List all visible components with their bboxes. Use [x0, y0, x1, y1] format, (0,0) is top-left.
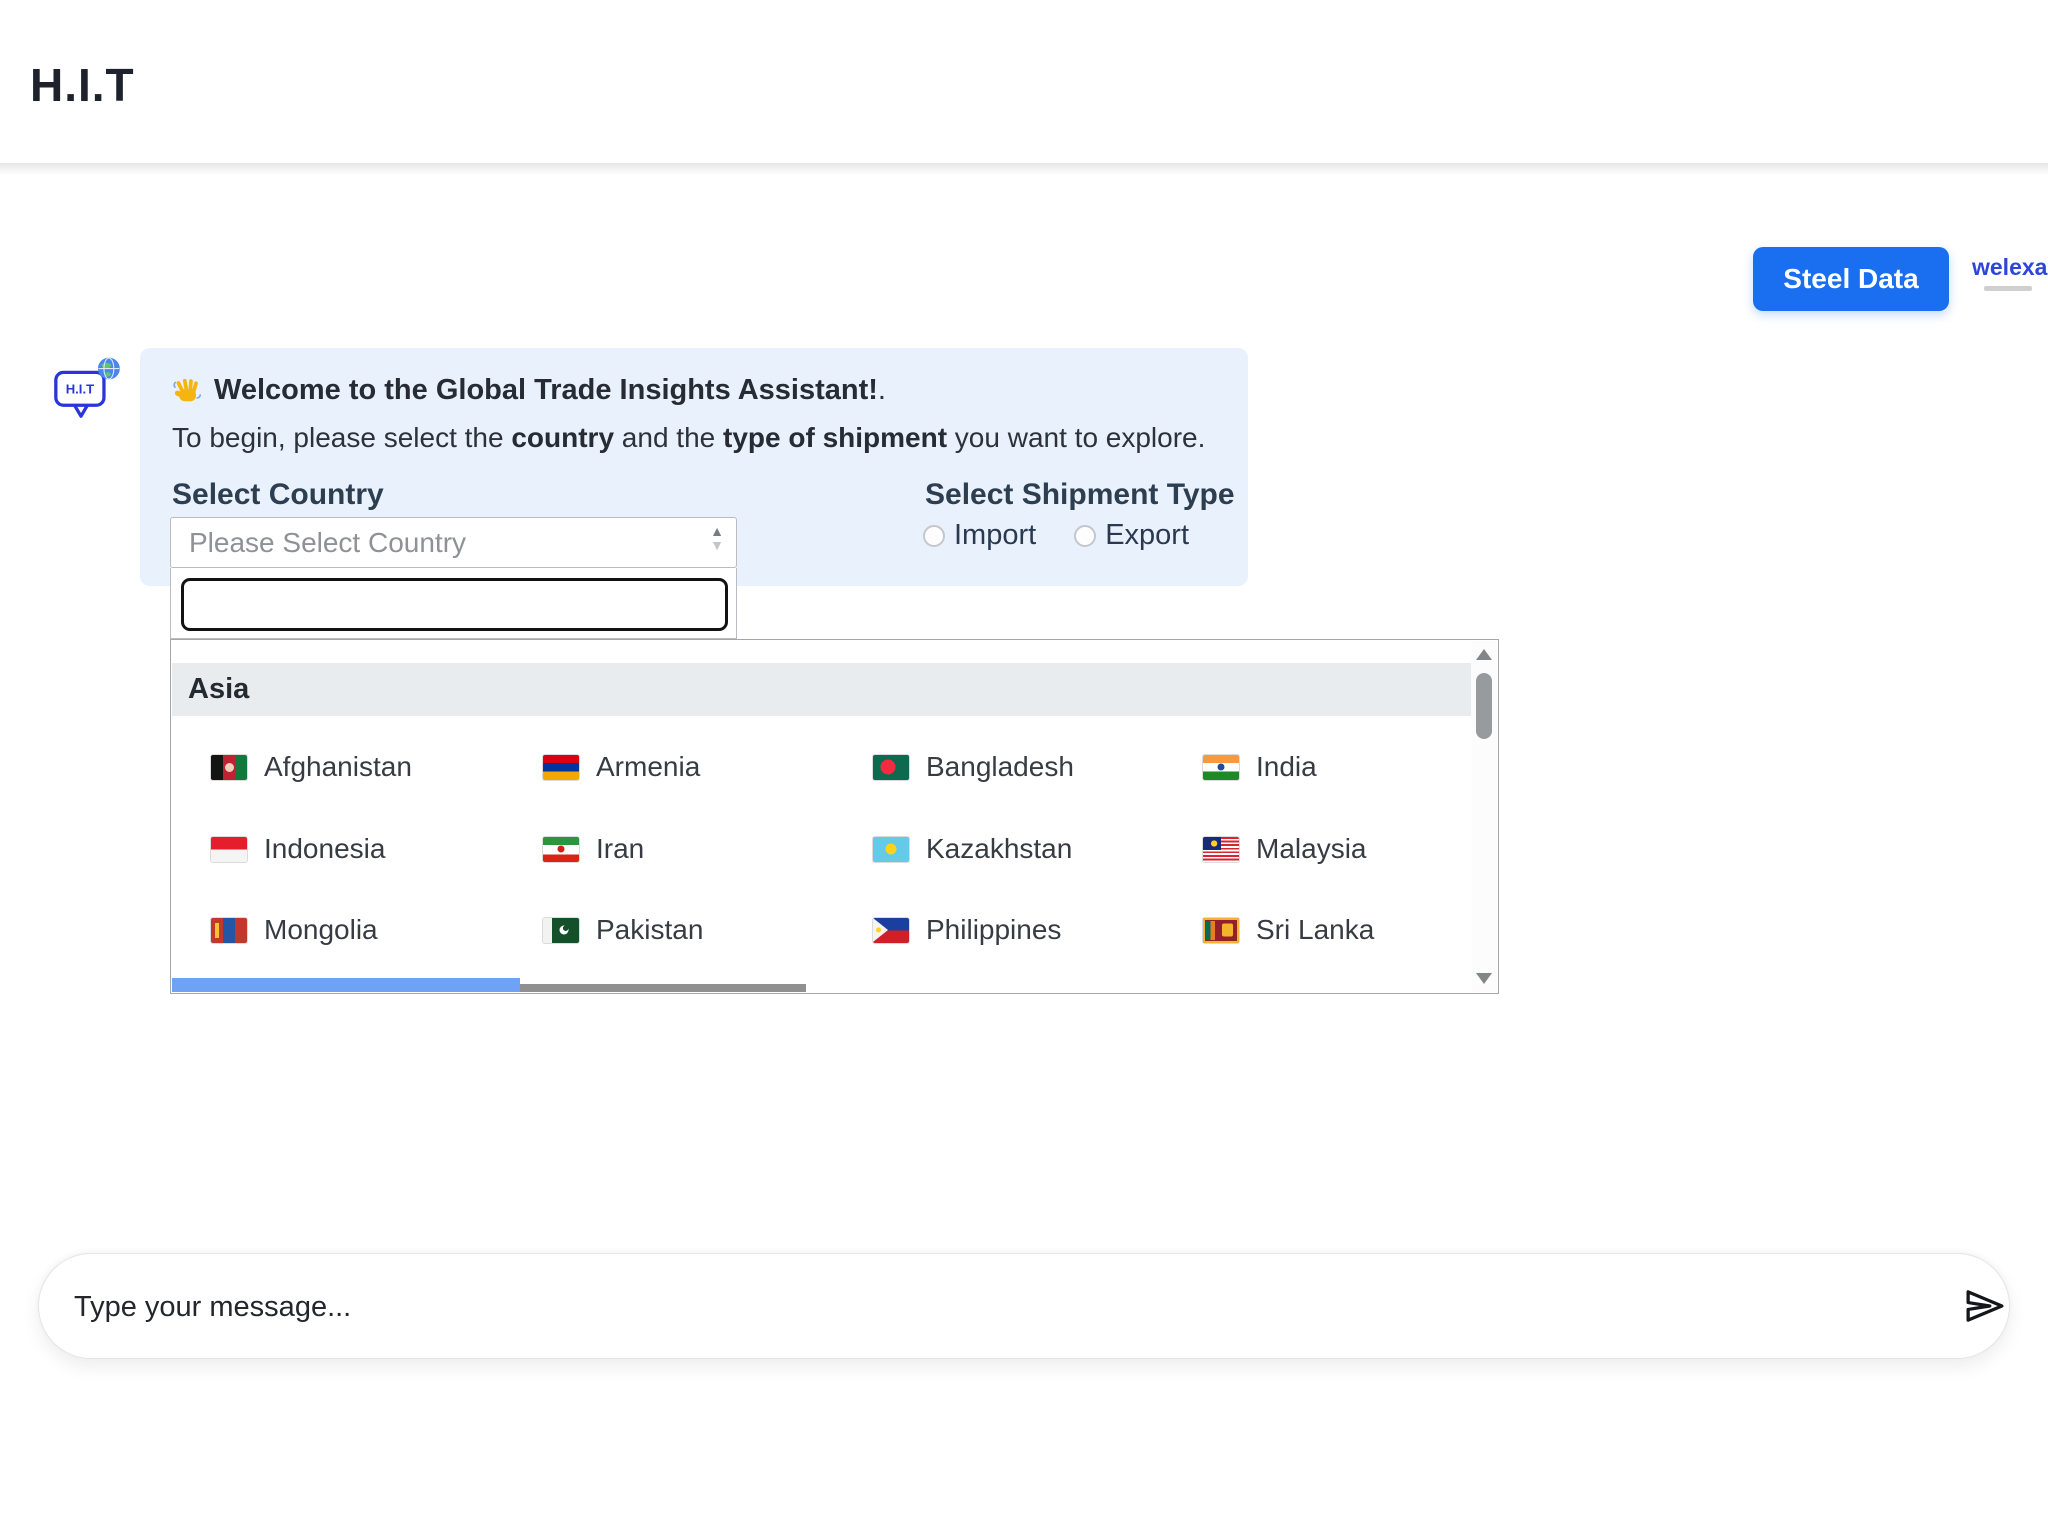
message-input[interactable] [72, 1254, 1916, 1360]
iran-flag-icon [543, 837, 579, 862]
send-button[interactable] [1955, 1276, 2015, 1336]
header-divider [0, 163, 2048, 175]
shipment-type-radio-group: Import Export [923, 519, 1189, 552]
malaysia-flag-icon [1203, 837, 1239, 862]
select-spinner-icon[interactable]: ▲ ▼ [710, 524, 724, 552]
country-option-sri-lanka[interactable]: Sri Lanka [1203, 912, 1374, 948]
country-option-pakistan[interactable]: Pakistan [543, 912, 703, 948]
country-option-kazakhstan[interactable]: Kazakhstan [873, 831, 1072, 867]
country-option-mongolia[interactable]: Mongolia [211, 912, 378, 948]
afghanistan-flag-icon [211, 755, 247, 780]
intro-suffix: you want to explore. [947, 422, 1205, 453]
vertical-scroll-thumb[interactable] [1476, 673, 1492, 739]
mongolia-flag-icon [211, 918, 247, 943]
intro-mid: and the [614, 422, 723, 453]
select-shipment-type-label: Select Shipment Type [925, 478, 1235, 512]
avatar-label: H.I.T [66, 382, 94, 397]
app-screen: H.I.T Steel Data welexa H.I.T [0, 0, 2048, 1536]
horizontal-scroll-thumb[interactable] [172, 978, 520, 992]
country-option-bangladesh[interactable]: Bangladesh [873, 749, 1074, 785]
country-option-afghanistan[interactable]: Afghanistan [211, 749, 412, 785]
welexa-logo: welexa [1972, 254, 2044, 291]
india-flag-icon [1203, 755, 1239, 780]
export-radio[interactable]: Export [1074, 519, 1189, 552]
scroll-up-arrow-icon[interactable] [1476, 649, 1492, 660]
export-radio-circle[interactable] [1074, 525, 1096, 547]
select-country-label: Select Country [172, 478, 384, 512]
intro-country-word: country [511, 422, 614, 453]
country-search-input[interactable] [181, 578, 728, 631]
send-paper-plane-icon [1962, 1283, 2008, 1329]
app-header: H.I.T [0, 0, 2048, 163]
region-group-header: Asia [172, 663, 1471, 716]
welexa-logo-tagline [1984, 286, 2032, 291]
import-radio-label: Import [954, 519, 1036, 552]
country-option-iran[interactable]: Iran [543, 831, 644, 867]
intro-line: To begin, please select the country and … [172, 422, 1205, 454]
philippines-flag-icon [873, 918, 909, 943]
import-radio-circle[interactable] [923, 525, 945, 547]
welcome-line: Welcome to the Global Trade Insights Ass… [172, 374, 886, 407]
pakistan-flag-icon [543, 918, 579, 943]
welexa-logo-text: welexa [1972, 254, 2044, 281]
country-select-placeholder: Please Select Country [189, 527, 466, 559]
welcome-title: Welcome to the Global Trade Insights Ass… [214, 374, 878, 406]
globe-icon [98, 358, 120, 380]
sri-lanka-flag-icon [1203, 918, 1239, 943]
bangladesh-flag-icon [873, 755, 909, 780]
dropdown-vertical-scrollbar[interactable] [1471, 641, 1497, 992]
welcome-suffix: . [878, 374, 886, 406]
steel-data-button[interactable]: Steel Data [1753, 247, 1949, 311]
horizontal-scroll-track[interactable] [520, 984, 806, 992]
country-option-armenia[interactable]: Armenia [543, 749, 700, 785]
indonesia-flag-icon [211, 837, 247, 862]
country-option-india[interactable]: India [1203, 749, 1317, 785]
country-option-philippines[interactable]: Philippines [873, 912, 1061, 948]
app-title: H.I.T [30, 58, 135, 112]
intro-shipment-word: type of shipment [723, 422, 947, 453]
scroll-down-arrow-icon[interactable] [1476, 973, 1492, 984]
export-radio-label: Export [1105, 519, 1189, 552]
intro-prefix: To begin, please select the [172, 422, 511, 453]
country-option-malaysia[interactable]: Malaysia [1203, 831, 1366, 867]
country-option-indonesia[interactable]: Indonesia [211, 831, 385, 867]
wave-hand-icon [172, 376, 202, 406]
country-select-box[interactable]: Please Select Country ▲ ▼ [170, 517, 737, 568]
assistant-avatar-icon: H.I.T [52, 356, 122, 426]
armenia-flag-icon [543, 755, 579, 780]
import-radio[interactable]: Import [923, 519, 1036, 552]
country-dropdown-panel: Asia Afghanistan Armenia Bangladesh Indi… [170, 639, 1499, 994]
kazakhstan-flag-icon [873, 837, 909, 862]
